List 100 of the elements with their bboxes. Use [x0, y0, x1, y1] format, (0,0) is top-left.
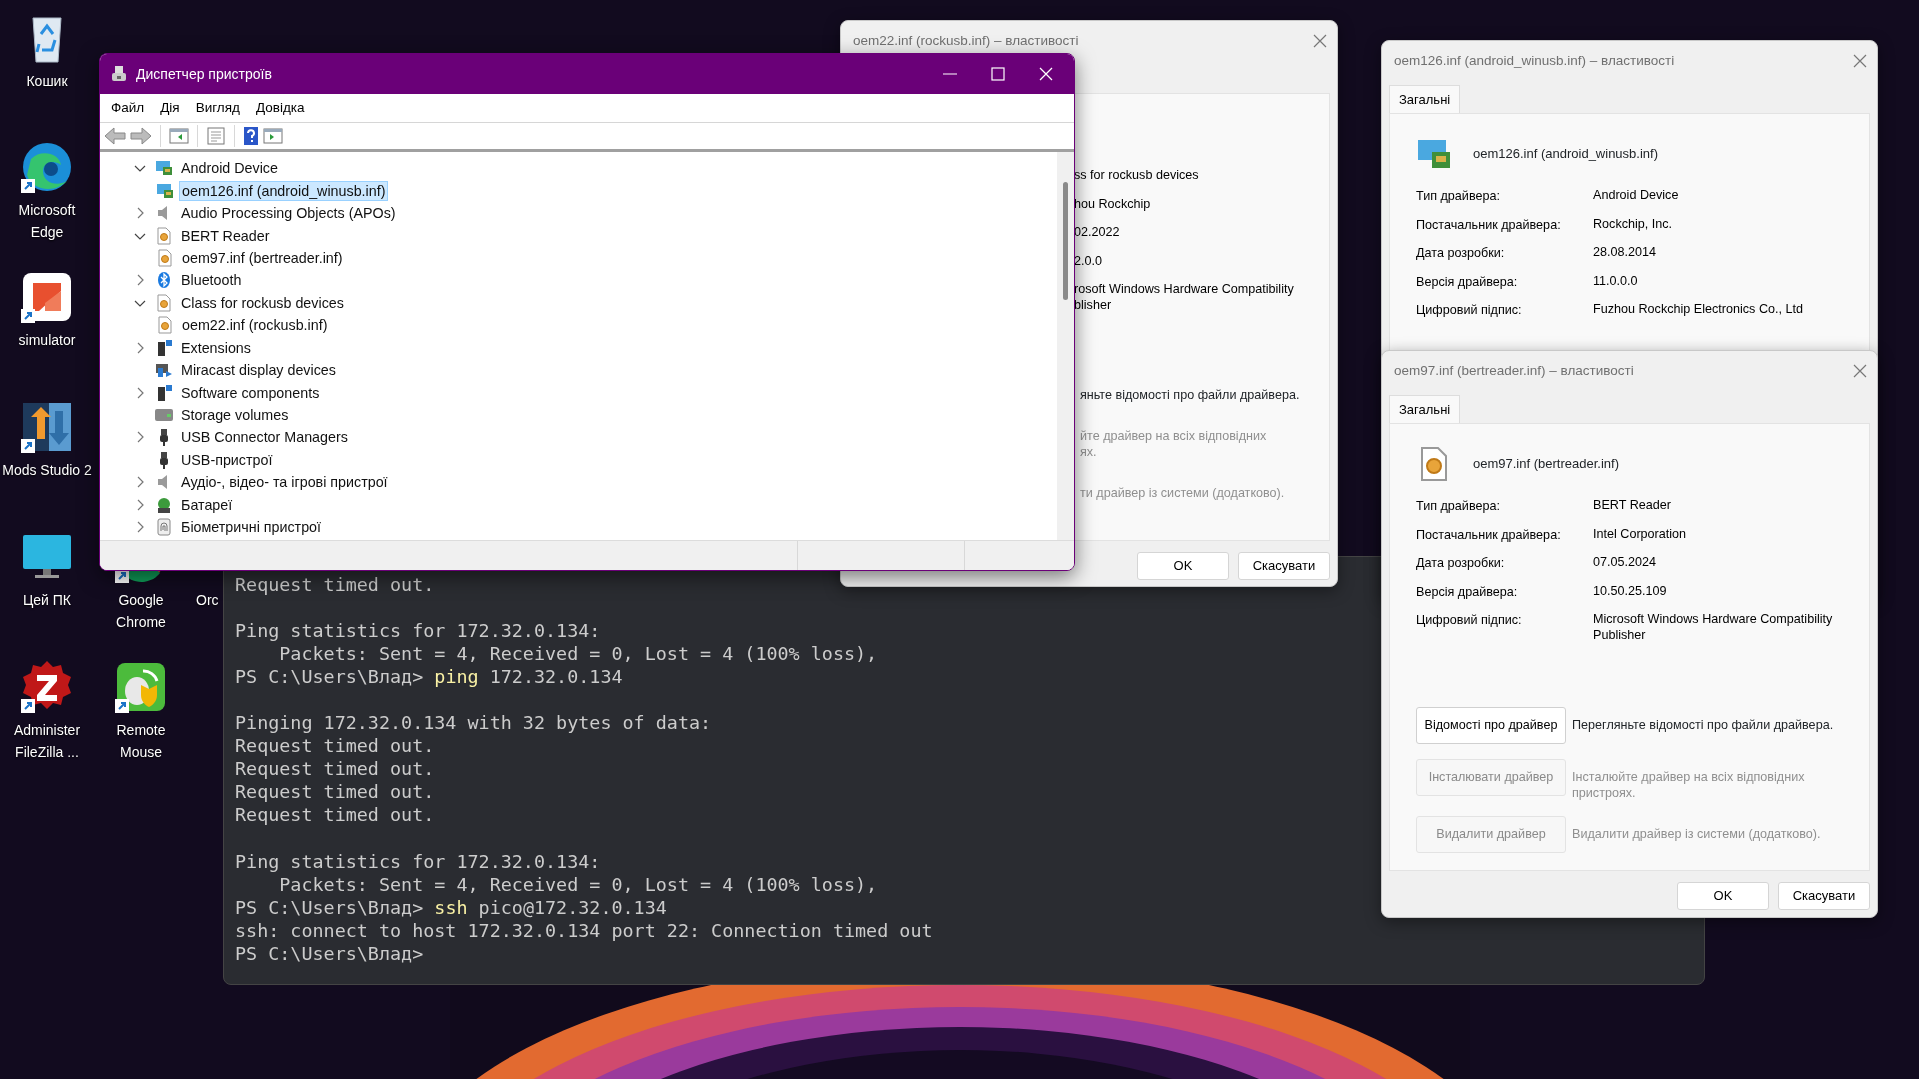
field-label: Тип драйвера: [1416, 188, 1501, 205]
terminal-output-line: Ping statistics for 172.32.0.134: [235, 619, 601, 643]
monitor-icon [156, 181, 174, 200]
field-value: 10.50.25.109 [1593, 582, 1667, 600]
tree-item[interactable]: Class for rockusb devices [178, 292, 347, 313]
tree-item[interactable]: Android Device [178, 158, 281, 179]
maximize-icon[interactable] [991, 67, 1005, 81]
ok-button[interactable]: OK [1137, 552, 1229, 580]
terminal-output-line: Ping statistics for 172.32.0.134: [235, 849, 601, 873]
field-value: Microsoft Windows Hardware Compatibility Publisher [1593, 611, 1833, 644]
tree-item[interactable]: Software components [178, 382, 323, 403]
window-title: oem22.inf (rockusb.inf) – властивості [853, 31, 1079, 50]
device-icon [110, 65, 128, 83]
tree-item[interactable]: BERT Reader [178, 225, 273, 246]
field-label: Цифровий підпис: [1416, 302, 1523, 320]
field-label: Постачальник драйвера: [1416, 526, 1562, 544]
tree-item[interactable]: Bluetooth [178, 270, 245, 291]
tree-item[interactable]: oem97.inf (bertreader.inf) [179, 247, 346, 268]
scrollbar[interactable] [1057, 152, 1074, 541]
terminal-prompt-line: PS C:\Users\Влад> ssh pico@172.32.0.134 [235, 895, 667, 919]
terminal-output-line: Pinging 172.32.0.134 with 32 bytes of data: [235, 711, 712, 735]
tab[interactable]: Загальні [1389, 394, 1461, 423]
forward-arrow-icon[interactable] [130, 127, 152, 145]
terminal-output-line: Request timed out. [235, 734, 435, 758]
tree-item[interactable]: oem126.inf (android_winusb.inf) [179, 180, 389, 201]
window-title: Диспетчер пристроїв [136, 64, 273, 84]
window-title: oem97.inf (bertreader.inf) – властивості [1394, 361, 1634, 380]
terminal-output-line: Packets: Sent = 4, Received = 0, Lost = 4 (100% loss), [278, 642, 878, 666]
terminal-output-line: Request timed out. [235, 803, 435, 827]
desktop-icon-label[interactable]: Remote Mouse [95, 719, 187, 763]
desktop-icon-label[interactable]: Administer FileZilla ... [1, 719, 93, 763]
drive-icon [155, 406, 173, 424]
tree-item[interactable]: Storage volumes [178, 405, 292, 425]
field-value: 07.05.2024 [1593, 554, 1657, 572]
field-value: Rockchip, Inc. [1593, 215, 1673, 233]
fingerprint-icon [155, 518, 173, 537]
tower-icon [155, 383, 173, 402]
tree-item[interactable]: Аудіо-, відео- та ігрові пристрої [178, 472, 391, 493]
ok-button[interactable]: OK [1677, 882, 1769, 910]
desktop-icon-label[interactable]: Orc [196, 589, 219, 611]
action-description: ти драйвер із системи (додатково). [1080, 485, 1285, 502]
field-value: ss for rockusb devices [1074, 167, 1199, 184]
field-value: 28.08.2014 [1593, 244, 1657, 262]
desktop-icon-label[interactable]: Кошик [1, 70, 93, 92]
panel-icon[interactable] [263, 127, 283, 145]
gear-file-icon [155, 293, 173, 312]
monitor-icon [155, 159, 173, 178]
terminal-output-line: Request timed out. [235, 780, 435, 804]
gear-file-icon [155, 226, 173, 245]
scrollbar-thumb[interactable] [1063, 182, 1068, 300]
field-label: Версія драйвера: [1416, 273, 1519, 291]
tree-item[interactable]: Miracast display devices [178, 360, 339, 381]
panel-icon[interactable] [169, 127, 189, 145]
back-arrow-icon[interactable] [104, 127, 126, 145]
tree-item[interactable]: Біометричні пристрої [178, 517, 325, 538]
menu-item[interactable]: Дія [152, 97, 188, 119]
desktop-icon-label[interactable]: Microsoft Edge [1, 199, 93, 243]
field-value: Intel Corporation [1593, 525, 1687, 543]
tab[interactable]: Загальні [1389, 84, 1461, 113]
display-icon [155, 361, 173, 380]
tree-item[interactable]: USB Connector Managers [178, 427, 351, 448]
field-value: BERT Reader [1593, 497, 1671, 514]
driver-name: oem126.inf (android_winusb.inf) [1473, 145, 1658, 164]
field-label: Тип драйвера: [1416, 498, 1501, 515]
field-label: Цифровий підпис: [1416, 612, 1523, 630]
menu-item[interactable]: Довідка [247, 97, 313, 119]
field-value: 2.0.0 [1074, 252, 1102, 270]
driver-action-button[interactable]: Відомості про драйвер [1416, 707, 1566, 745]
menu-item[interactable]: Файл [103, 97, 153, 119]
terminal-output-line: Request timed out. [235, 757, 435, 781]
window-title: oem126.inf (android_winusb.inf) – властивості [1394, 51, 1675, 70]
tree-item[interactable]: oem22.inf (rockusb.inf) [179, 315, 331, 336]
field-label: Версія драйвера: [1416, 583, 1519, 601]
action-description: Видалити драйвер із системи (додатково). [1572, 826, 1821, 843]
help-icon[interactable] [243, 126, 259, 146]
gear-file-icon [156, 316, 174, 335]
field-value: rosoft Windows Hardware Compatibility blisher [1074, 281, 1294, 314]
desktop-icon-label[interactable]: simulator [1, 329, 93, 351]
field-label: Дата розробки: [1416, 555, 1506, 573]
tree-item[interactable]: Батареї [178, 494, 236, 515]
cancel-button[interactable]: Скасувати [1778, 882, 1870, 910]
desktop-icon-label[interactable]: Google Chrome [95, 589, 187, 633]
field-value: Android Device [1593, 187, 1679, 204]
desktop-icon-label[interactable]: Цей ПК [1, 589, 93, 611]
action-description: яньте відомості про файли драйвера. [1080, 387, 1300, 404]
terminal-prompt-line: PS C:\Users\Влад> ping 172.32.0.134 [235, 665, 623, 689]
gear-file-icon [156, 248, 174, 267]
driver-name: oem97.inf (bertreader.inf) [1473, 455, 1619, 474]
action-description: Перегляньте відомості про файли драйвера. [1572, 717, 1834, 734]
terminal-output-line: Packets: Sent = 4, Received = 0, Lost = 4 (100% loss), [278, 872, 878, 896]
cancel-button[interactable]: Скасувати [1238, 552, 1330, 580]
bluetooth-icon [155, 271, 173, 290]
tree-item[interactable]: Extensions [178, 337, 254, 358]
desktop-icon-label[interactable]: Mods Studio 2 [1, 459, 93, 481]
tree-item[interactable]: Audio Processing Objects (APOs) [178, 203, 399, 224]
terminal-prompt-line: PS C:\Users\Влад> [235, 941, 424, 965]
battery-icon [155, 495, 173, 514]
menu-item[interactable]: Вигляд [187, 97, 248, 119]
field-value: hou Rockchip [1074, 195, 1151, 213]
tree-item[interactable]: USB-пристрої [178, 449, 276, 470]
